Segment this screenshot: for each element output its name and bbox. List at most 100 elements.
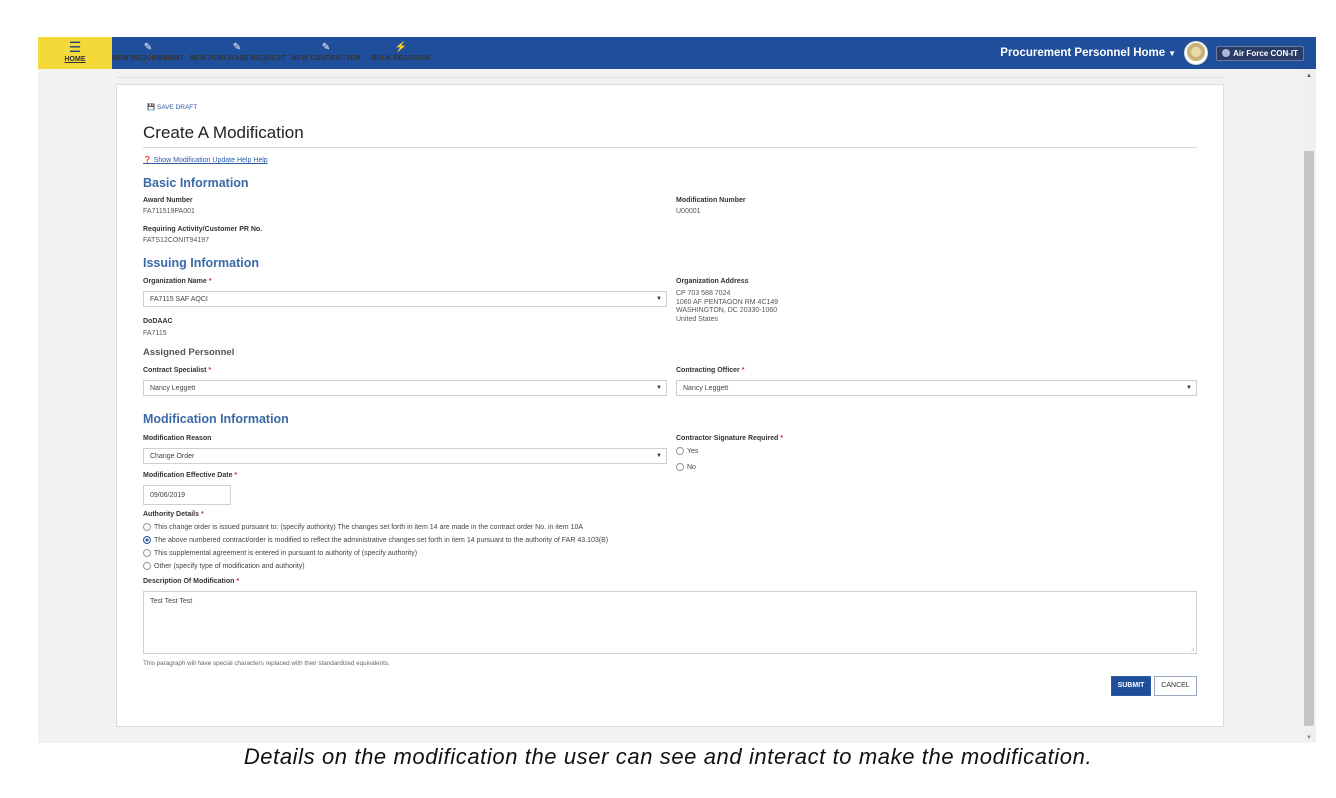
- caret-down-icon: ▼: [1168, 49, 1177, 58]
- dodaac-value: FA7115: [143, 330, 167, 337]
- nav-home[interactable]: ☰ HOME: [38, 37, 112, 69]
- title-divider: [143, 147, 1197, 148]
- effective-date-label: Modification Effective Date *: [143, 472, 237, 479]
- dodaac-label: DoDAAC: [143, 318, 173, 325]
- authority-details-label: Authority Details *: [143, 511, 204, 518]
- nav-new-contractor-label: NEW CONTRACTOR: [291, 55, 361, 62]
- effective-date-input[interactable]: 09/06/2019: [143, 485, 231, 505]
- modification-number-value: U00001: [676, 208, 701, 215]
- user-menu[interactable]: Procurement Personnel Home ▼: [1000, 47, 1176, 59]
- authority-option[interactable]: Other (specify type of modification and …: [143, 562, 305, 570]
- authority-option[interactable]: This supplemental agreement is entered i…: [143, 549, 417, 557]
- scroll-up-icon[interactable]: ▲: [1306, 73, 1312, 79]
- authority-option-selected[interactable]: The above numbered contract/order is mod…: [143, 536, 608, 544]
- caret-down-icon: ▼: [656, 296, 662, 302]
- caret-down-icon: ▼: [1186, 385, 1192, 391]
- radio-icon: [676, 447, 684, 455]
- address-line: CP 703 588 7024: [676, 290, 731, 297]
- help-link-label: Show Modification Update Help Help: [153, 157, 268, 164]
- nav-new-purchase-request[interactable]: ✎ NEW PURCHASE REQUEST: [190, 37, 285, 69]
- save-draft-button[interactable]: 💾 SAVE DRAFT: [147, 103, 197, 111]
- modification-form-card: 💾 SAVE DRAFT Create A Modification ❓ Sho…: [116, 84, 1224, 727]
- caret-down-icon: ▼: [656, 385, 662, 391]
- contract-specialist-value: Nancy Leggett: [150, 385, 196, 392]
- modification-number-label: Modification Number: [676, 197, 746, 204]
- app-window: ☰ HOME ✎ NEW REQUIREMENT ✎ NEW PURCHASE …: [38, 37, 1316, 743]
- top-nav: ☰ HOME ✎ NEW REQUIREMENT ✎ NEW PURCHASE …: [38, 37, 1316, 69]
- authority-option-label: This change order is issued pursuant to:…: [154, 523, 584, 531]
- list-icon: ☰: [68, 39, 82, 55]
- avatar[interactable]: [1184, 41, 1209, 65]
- organization-name-label-text: Organization Name: [143, 278, 207, 285]
- required-marker: *: [200, 511, 204, 518]
- brand-label: Air Force CON-IT: [1233, 48, 1298, 58]
- user-menu-label: Procurement Personnel Home: [1000, 47, 1166, 59]
- resize-grip-icon[interactable]: ⌟: [1191, 644, 1194, 652]
- page-divider: [116, 77, 1224, 78]
- scrollbar-thumb[interactable]: [1304, 151, 1314, 726]
- required-marker: *: [208, 367, 212, 374]
- requiring-activity-label: Requiring Activity/Customer PR No.: [143, 226, 263, 233]
- authority-option[interactable]: This change order is issued pursuant to:…: [143, 523, 583, 531]
- radio-icon: [143, 549, 151, 557]
- authority-option-label: This supplemental agreement is entered i…: [154, 549, 418, 557]
- pencil-icon: ✎: [321, 42, 331, 53]
- authority-option-label: Other (specify type of modification and …: [154, 562, 305, 570]
- section-issuing-information: Issuing Information: [143, 256, 259, 270]
- save-draft-label: SAVE DRAFT: [156, 104, 198, 111]
- signature-option-label: No: [687, 463, 696, 471]
- modification-reason-label: Modification Reason: [143, 435, 212, 442]
- radio-selected-icon: [143, 536, 151, 544]
- figure-caption: Details on the modification the user can…: [243, 744, 1093, 769]
- signature-option-no[interactable]: No: [676, 463, 696, 471]
- scroll-down-icon[interactable]: ▼: [1306, 735, 1312, 741]
- organization-name-label: Organization Name *: [143, 278, 211, 285]
- radio-icon: [676, 463, 684, 471]
- page-title: Create A Modification: [143, 123, 304, 142]
- address-line: WASHINGTON, DC 20330-1060: [676, 307, 778, 314]
- contracting-officer-select[interactable]: Nancy Leggett ▼: [676, 380, 1197, 396]
- nav-bulk-reassign[interactable]: ⚡ BULK REASSIGN: [366, 37, 436, 69]
- organization-address: CP 703 588 7024 1060 AF PENTAGON RM 4C14…: [676, 290, 778, 324]
- vertical-scrollbar[interactable]: ▲ ▼: [1302, 69, 1316, 743]
- lightning-icon: ⚡: [394, 42, 408, 53]
- organization-name-select[interactable]: FA7115 SAF AQCI ▼: [143, 291, 667, 307]
- required-marker: *: [741, 367, 745, 374]
- modification-reason-select[interactable]: Change Order ▼: [143, 448, 667, 464]
- seal-icon: [1222, 48, 1231, 57]
- description-textarea[interactable]: Test Test Test ⌟: [143, 591, 1197, 654]
- requiring-activity-value: FATS12CONIT94197: [143, 237, 210, 244]
- award-number-label: Award Number: [143, 197, 193, 204]
- contract-specialist-select[interactable]: Nancy Leggett ▼: [143, 380, 667, 396]
- nav-new-requirement[interactable]: ✎ NEW REQUIREMENT: [112, 37, 184, 69]
- floppy-icon: 💾: [147, 104, 156, 111]
- signature-option-yes[interactable]: Yes: [676, 447, 698, 455]
- effective-date-label-text: Modification Effective Date: [143, 472, 233, 479]
- section-basic-information: Basic Information: [143, 176, 249, 190]
- brand-logo: Air Force CON-IT: [1216, 45, 1304, 61]
- contract-specialist-label-text: Contract Specialist: [143, 367, 207, 374]
- special-characters-note: This paragraph will have special charact…: [143, 660, 390, 667]
- nav-home-label: HOME: [64, 56, 86, 63]
- description-label: Description Of Modification *: [143, 578, 239, 585]
- contractor-signature-label-text: Contractor Signature Required: [676, 435, 779, 442]
- required-marker: *: [234, 472, 238, 479]
- required-marker: *: [780, 435, 783, 442]
- section-modification-information: Modification Information: [143, 412, 289, 426]
- address-line: United States: [676, 315, 719, 323]
- caret-down-icon: ▼: [656, 453, 662, 459]
- cancel-button[interactable]: CANCEL: [1154, 676, 1197, 696]
- help-link[interactable]: ❓ Show Modification Update Help Help: [143, 156, 268, 164]
- modification-reason-value: Change Order: [150, 453, 195, 460]
- description-value: Test Test Test: [150, 598, 193, 605]
- nav-new-contractor[interactable]: ✎ NEW CONTRACTOR: [290, 37, 362, 69]
- contractor-signature-label: Contractor Signature Required *: [676, 435, 783, 442]
- radio-icon: [143, 523, 151, 531]
- pencil-icon: ✎: [232, 42, 242, 53]
- submit-button[interactable]: SUBMIT: [1111, 676, 1151, 696]
- nav-new-requirement-label: NEW REQUIREMENT: [112, 55, 184, 62]
- contracting-officer-label-text: Contracting Officer: [676, 367, 740, 374]
- contracting-officer-label: Contracting Officer *: [676, 367, 744, 374]
- radio-icon: [143, 562, 151, 570]
- required-marker: *: [236, 578, 240, 585]
